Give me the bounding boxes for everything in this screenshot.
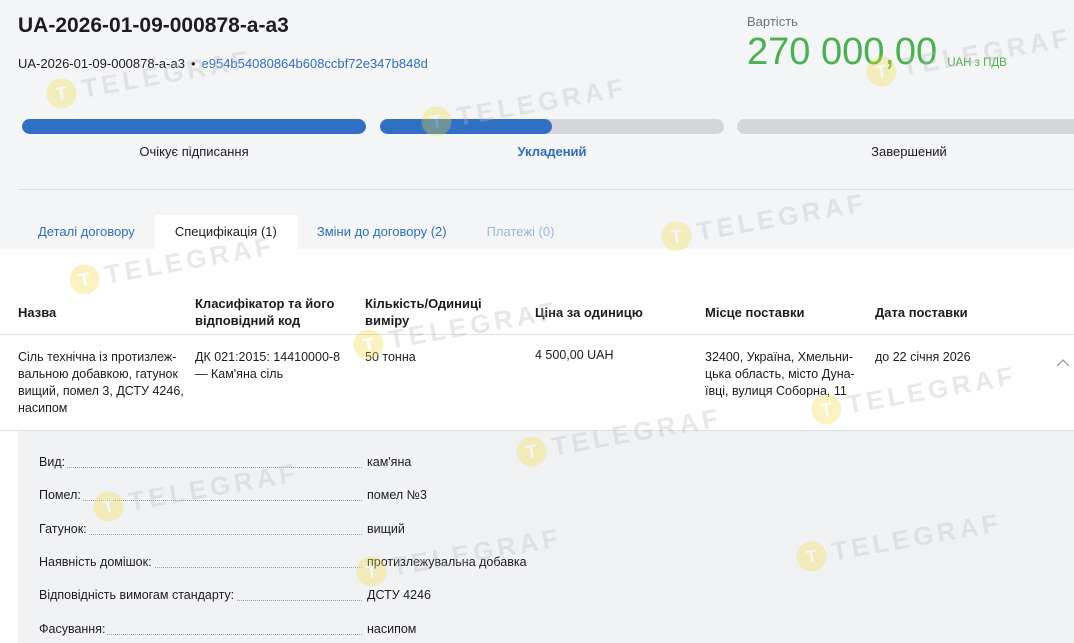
- chevron-up-icon[interactable]: [1056, 356, 1070, 370]
- detail-label: Фасування:: [39, 622, 108, 636]
- item-details: Вид: кам'яна Помел: помел №3 Гатунок: ви…: [18, 431, 1074, 643]
- watermark-text: TELEGRAF: [694, 187, 870, 247]
- detail-row: Гатунок: вищий: [18, 522, 1074, 542]
- cell-name: Сіль технічна із протизлеж-вальною добав…: [18, 350, 184, 415]
- detail-label: Помел:: [39, 488, 83, 502]
- detail-row: Відповідність вимогам стандарту: ДСТУ 42…: [18, 588, 1074, 608]
- detail-value: вищий: [367, 522, 405, 536]
- price-unit: UAH з ПДВ: [947, 57, 1007, 69]
- contract-tabs: Деталі договору Специфікація (1) Зміни д…: [18, 215, 574, 249]
- step-completed: Завершений: [737, 119, 1074, 159]
- contract-title: UA-2026-01-09-000878-a-a3: [18, 14, 289, 37]
- table-header: Назва Класифікатор та його відповідний к…: [0, 289, 1074, 335]
- column-header-place: Місце поставки: [705, 304, 805, 320]
- step-label: Укладений: [517, 144, 587, 159]
- meta-separator: •: [190, 56, 196, 71]
- cell-quantity: 50 тонна: [365, 350, 416, 364]
- contract-meta: UA-2026-01-09-000878-a-a3 • e954b54080864b…: [18, 56, 428, 71]
- detail-row: Помел: помел №3: [18, 488, 1074, 508]
- step-label: Очікує підписання: [139, 144, 249, 159]
- contract-header: UA-2026-01-09-000878-a-a3 UA-2026-01-09-…: [0, 0, 1074, 190]
- step-progress-fill: [380, 119, 552, 134]
- detail-leader: [39, 467, 362, 468]
- column-header-unit-price: Ціна за одиницю: [535, 304, 643, 320]
- specification-panel: Назва Класифікатор та його відповідний к…: [0, 249, 1074, 643]
- cell-unit-price: 4 500,00 UAH: [535, 348, 614, 362]
- tab-specification[interactable]: Специфікація (1): [154, 215, 297, 249]
- tab-payments: Платежі (0): [486, 224, 555, 239]
- detail-leader: [39, 500, 362, 501]
- cell-date: до 22 січня 2026: [875, 350, 971, 364]
- price-label: Вартість: [747, 14, 798, 29]
- detail-row: Наявність домішок: протизлежувальна доба…: [18, 555, 1074, 575]
- status-stepper: Очікує підписання Укладений Завершений: [22, 119, 1074, 169]
- detail-label: Гатунок:: [39, 522, 89, 536]
- step-progress-bar: [380, 119, 724, 134]
- price-value: 270 000,00: [747, 31, 938, 73]
- column-header-date: Дата поставки: [875, 304, 968, 320]
- step-label: Завершений: [871, 144, 947, 159]
- contract-sub-id: UA-2026-01-09-000878-a-a3: [18, 56, 185, 71]
- tab-contract-details[interactable]: Деталі договору: [18, 215, 155, 249]
- detail-value: кам'яна: [367, 455, 412, 469]
- detail-label: Відповідність вимогам стандарту:: [39, 588, 237, 602]
- table-row[interactable]: Сіль технічна із протизлеж-вальною добав…: [0, 336, 1074, 431]
- step-progress-bar: [737, 119, 1074, 134]
- detail-label: Наявність домішок:: [39, 555, 154, 569]
- detail-row: Фасування: насипом: [18, 622, 1074, 642]
- step-awaiting-signature: Очікує підписання: [22, 119, 366, 159]
- tab-contract-changes[interactable]: Зміни до договору (2): [297, 215, 467, 249]
- column-header-name: Назва: [18, 304, 57, 320]
- contract-hash-link[interactable]: e954b54080864b608ccbf72e347b848d: [202, 56, 428, 71]
- telegraf-watermark: T TELEGRAF: [658, 187, 870, 254]
- header-divider: [18, 189, 1074, 190]
- detail-value: протизлежувальна добавка: [367, 555, 527, 569]
- step-progress-bar: [22, 119, 366, 134]
- column-header-classifier: Класифікатор та його відповідний код: [195, 296, 335, 328]
- cell-place: 32400, Україна, Хмельни-цька область, мі…: [705, 350, 855, 398]
- cell-classifier: ДК 021:2015: 14410000-8 — Кам'яна сіль: [195, 350, 341, 381]
- price-block: Вартість 270 000,00 UAH з ПДВ: [747, 14, 1007, 71]
- column-header-quantity: Кількість/Одиниці виміру: [365, 296, 482, 328]
- step-concluded: Укладений: [380, 119, 724, 159]
- detail-value: ДСТУ 4246: [367, 588, 431, 602]
- detail-row: Вид: кам'яна: [18, 455, 1074, 475]
- detail-label: Вид:: [39, 455, 68, 469]
- step-progress-fill: [22, 119, 366, 134]
- detail-value: насипом: [367, 622, 417, 636]
- detail-value: помел №3: [367, 488, 427, 502]
